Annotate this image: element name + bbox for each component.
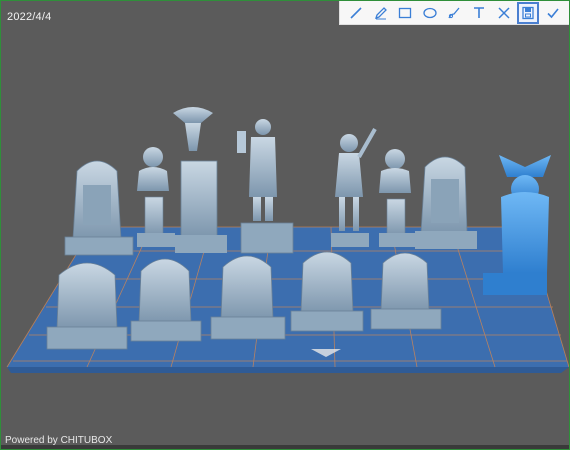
tall-tombstone-left[interactable]	[64, 160, 134, 256]
scene-canvas[interactable]	[1, 1, 569, 449]
pen-tool[interactable]	[371, 3, 391, 23]
bottom-bar	[1, 445, 569, 449]
date-label: 2022/4/4	[7, 11, 52, 23]
annotation-toolbar	[339, 1, 569, 25]
rectangle-tool[interactable]	[395, 3, 415, 23]
line-icon	[350, 6, 362, 19]
line-tool[interactable]	[346, 3, 366, 23]
cross-icon	[498, 6, 510, 19]
3d-viewport[interactable]	[1, 1, 569, 449]
rectangle-icon	[399, 7, 412, 18]
save-icon	[522, 6, 534, 19]
pencil-icon	[374, 6, 387, 19]
screenshot-frame: 2022/4/4 Powered by CHITUBOX	[0, 0, 570, 450]
ellipse-icon	[423, 7, 437, 18]
ellipse-tool[interactable]	[420, 3, 440, 23]
lantern-figure[interactable]	[237, 119, 294, 254]
marker-tool[interactable]	[444, 3, 464, 23]
text-tool[interactable]	[469, 3, 489, 23]
check-icon	[547, 7, 559, 18]
tall-tombstone-right[interactable]	[415, 156, 477, 249]
save-tool[interactable]	[517, 1, 540, 24]
brush-icon	[448, 7, 460, 18]
clear-tool[interactable]	[494, 3, 514, 23]
confirm-tool[interactable]	[543, 3, 563, 23]
gravestone-1[interactable]	[46, 262, 128, 350]
text-icon	[474, 6, 484, 18]
winged-gargoyle[interactable]	[483, 155, 551, 295]
